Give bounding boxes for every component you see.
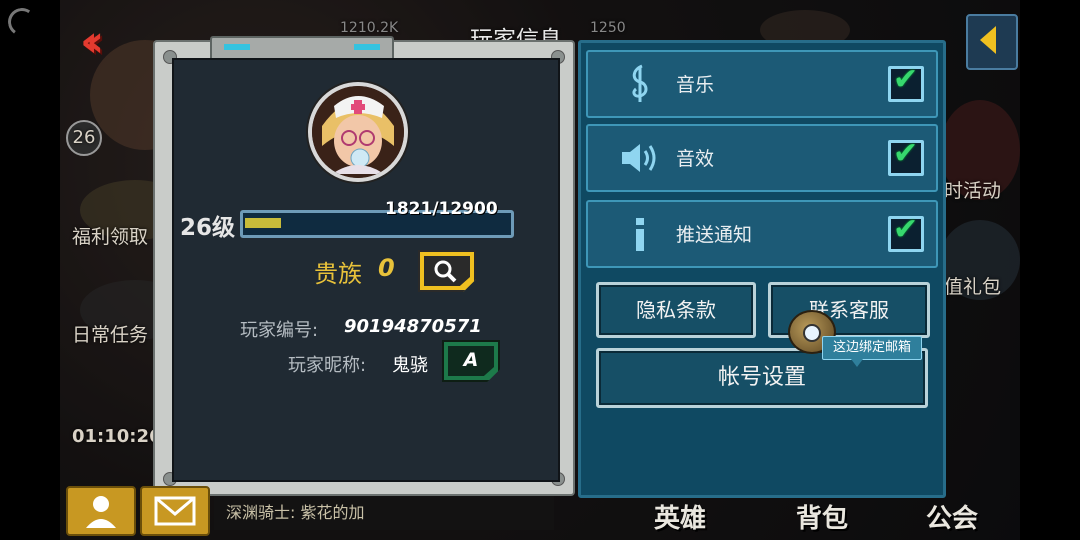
envelope-icon-svg xyxy=(154,496,196,526)
player-nickname-value: 鬼骁 xyxy=(392,355,428,376)
bind-email-tooltip: 这边绑定邮箱 xyxy=(822,336,923,367)
setting-label-sound: 音效 xyxy=(676,148,715,170)
noble-label: 贵族 xyxy=(314,260,362,288)
xp-text: 1821/12900 xyxy=(385,199,498,219)
mail-icon[interactable] xyxy=(140,486,210,536)
xp-progress-fill xyxy=(245,218,281,228)
noble-level: 0 xyxy=(378,254,395,282)
privacy-policy-button[interactable]: 隐私条款 xyxy=(596,282,756,338)
player-id-label: 玩家编号: xyxy=(240,320,319,341)
back-button[interactable]: ‹‹ xyxy=(80,16,105,67)
checkmark-icon: ✔ xyxy=(893,136,919,171)
friends-icon-svg xyxy=(86,496,116,528)
music-icon-svg xyxy=(632,64,648,102)
setting-row-music[interactable]: 音乐 ✔ xyxy=(586,50,938,118)
setting-row-sound[interactable]: 音效 ✔ xyxy=(586,124,938,192)
tab-guild[interactable]: 公会 xyxy=(926,498,978,535)
music-checkbox[interactable]: ✔ xyxy=(888,62,924,102)
music-icon xyxy=(618,62,662,106)
status-bar-icon xyxy=(5,5,39,39)
bg-label-limited-event: 时活动 xyxy=(944,180,1002,202)
setting-label-music: 音乐 xyxy=(676,74,715,96)
bg-label-value-pack: 值礼包 xyxy=(944,276,1002,298)
setting-label-push: 推送通知 xyxy=(676,224,753,246)
friends-icon[interactable] xyxy=(66,486,136,536)
checkmark-icon: ✔ xyxy=(893,212,919,247)
bg-currency-1: 1210.2K xyxy=(340,20,399,36)
chat-preview[interactable]: 深渊骑士: 紫花的加 xyxy=(214,496,554,530)
player-nickname-label: 玩家昵称: xyxy=(288,355,367,376)
bg-label-daily-task: 日常任务 xyxy=(72,324,149,346)
bg-level-badge: 26 xyxy=(66,120,102,156)
tab-heroes[interactable]: 英雄 xyxy=(654,498,706,535)
sound-checkbox[interactable]: ✔ xyxy=(888,136,924,176)
speaker-icon-svg xyxy=(622,144,656,172)
bg-timer: 01:10:26 xyxy=(72,426,162,447)
edit-nickname-button[interactable]: A xyxy=(442,340,500,382)
sound-icon xyxy=(618,136,662,180)
noble-search-button[interactable] xyxy=(418,250,476,292)
setting-row-push[interactable]: 推送通知 ✔ xyxy=(586,200,938,268)
avatar-portrait-icon xyxy=(312,86,404,178)
info-icon-svg xyxy=(636,218,644,251)
tab-backpack[interactable]: 背包 xyxy=(796,498,848,535)
bg-label-welfare: 福利领取 xyxy=(72,226,149,248)
bg-currency-2: 1250 xyxy=(590,20,626,36)
search-icon xyxy=(434,260,457,283)
player-avatar xyxy=(308,82,408,182)
player-id-value: 90194870571 xyxy=(344,316,482,337)
push-checkbox[interactable]: ✔ xyxy=(888,212,924,252)
collapse-arrow-button[interactable] xyxy=(966,14,1018,70)
player-level: 26级 xyxy=(180,215,236,241)
info-icon xyxy=(618,212,662,256)
search-button-inner xyxy=(424,256,470,286)
checkmark-icon: ✔ xyxy=(893,62,919,97)
edit-icon: A xyxy=(448,346,494,376)
